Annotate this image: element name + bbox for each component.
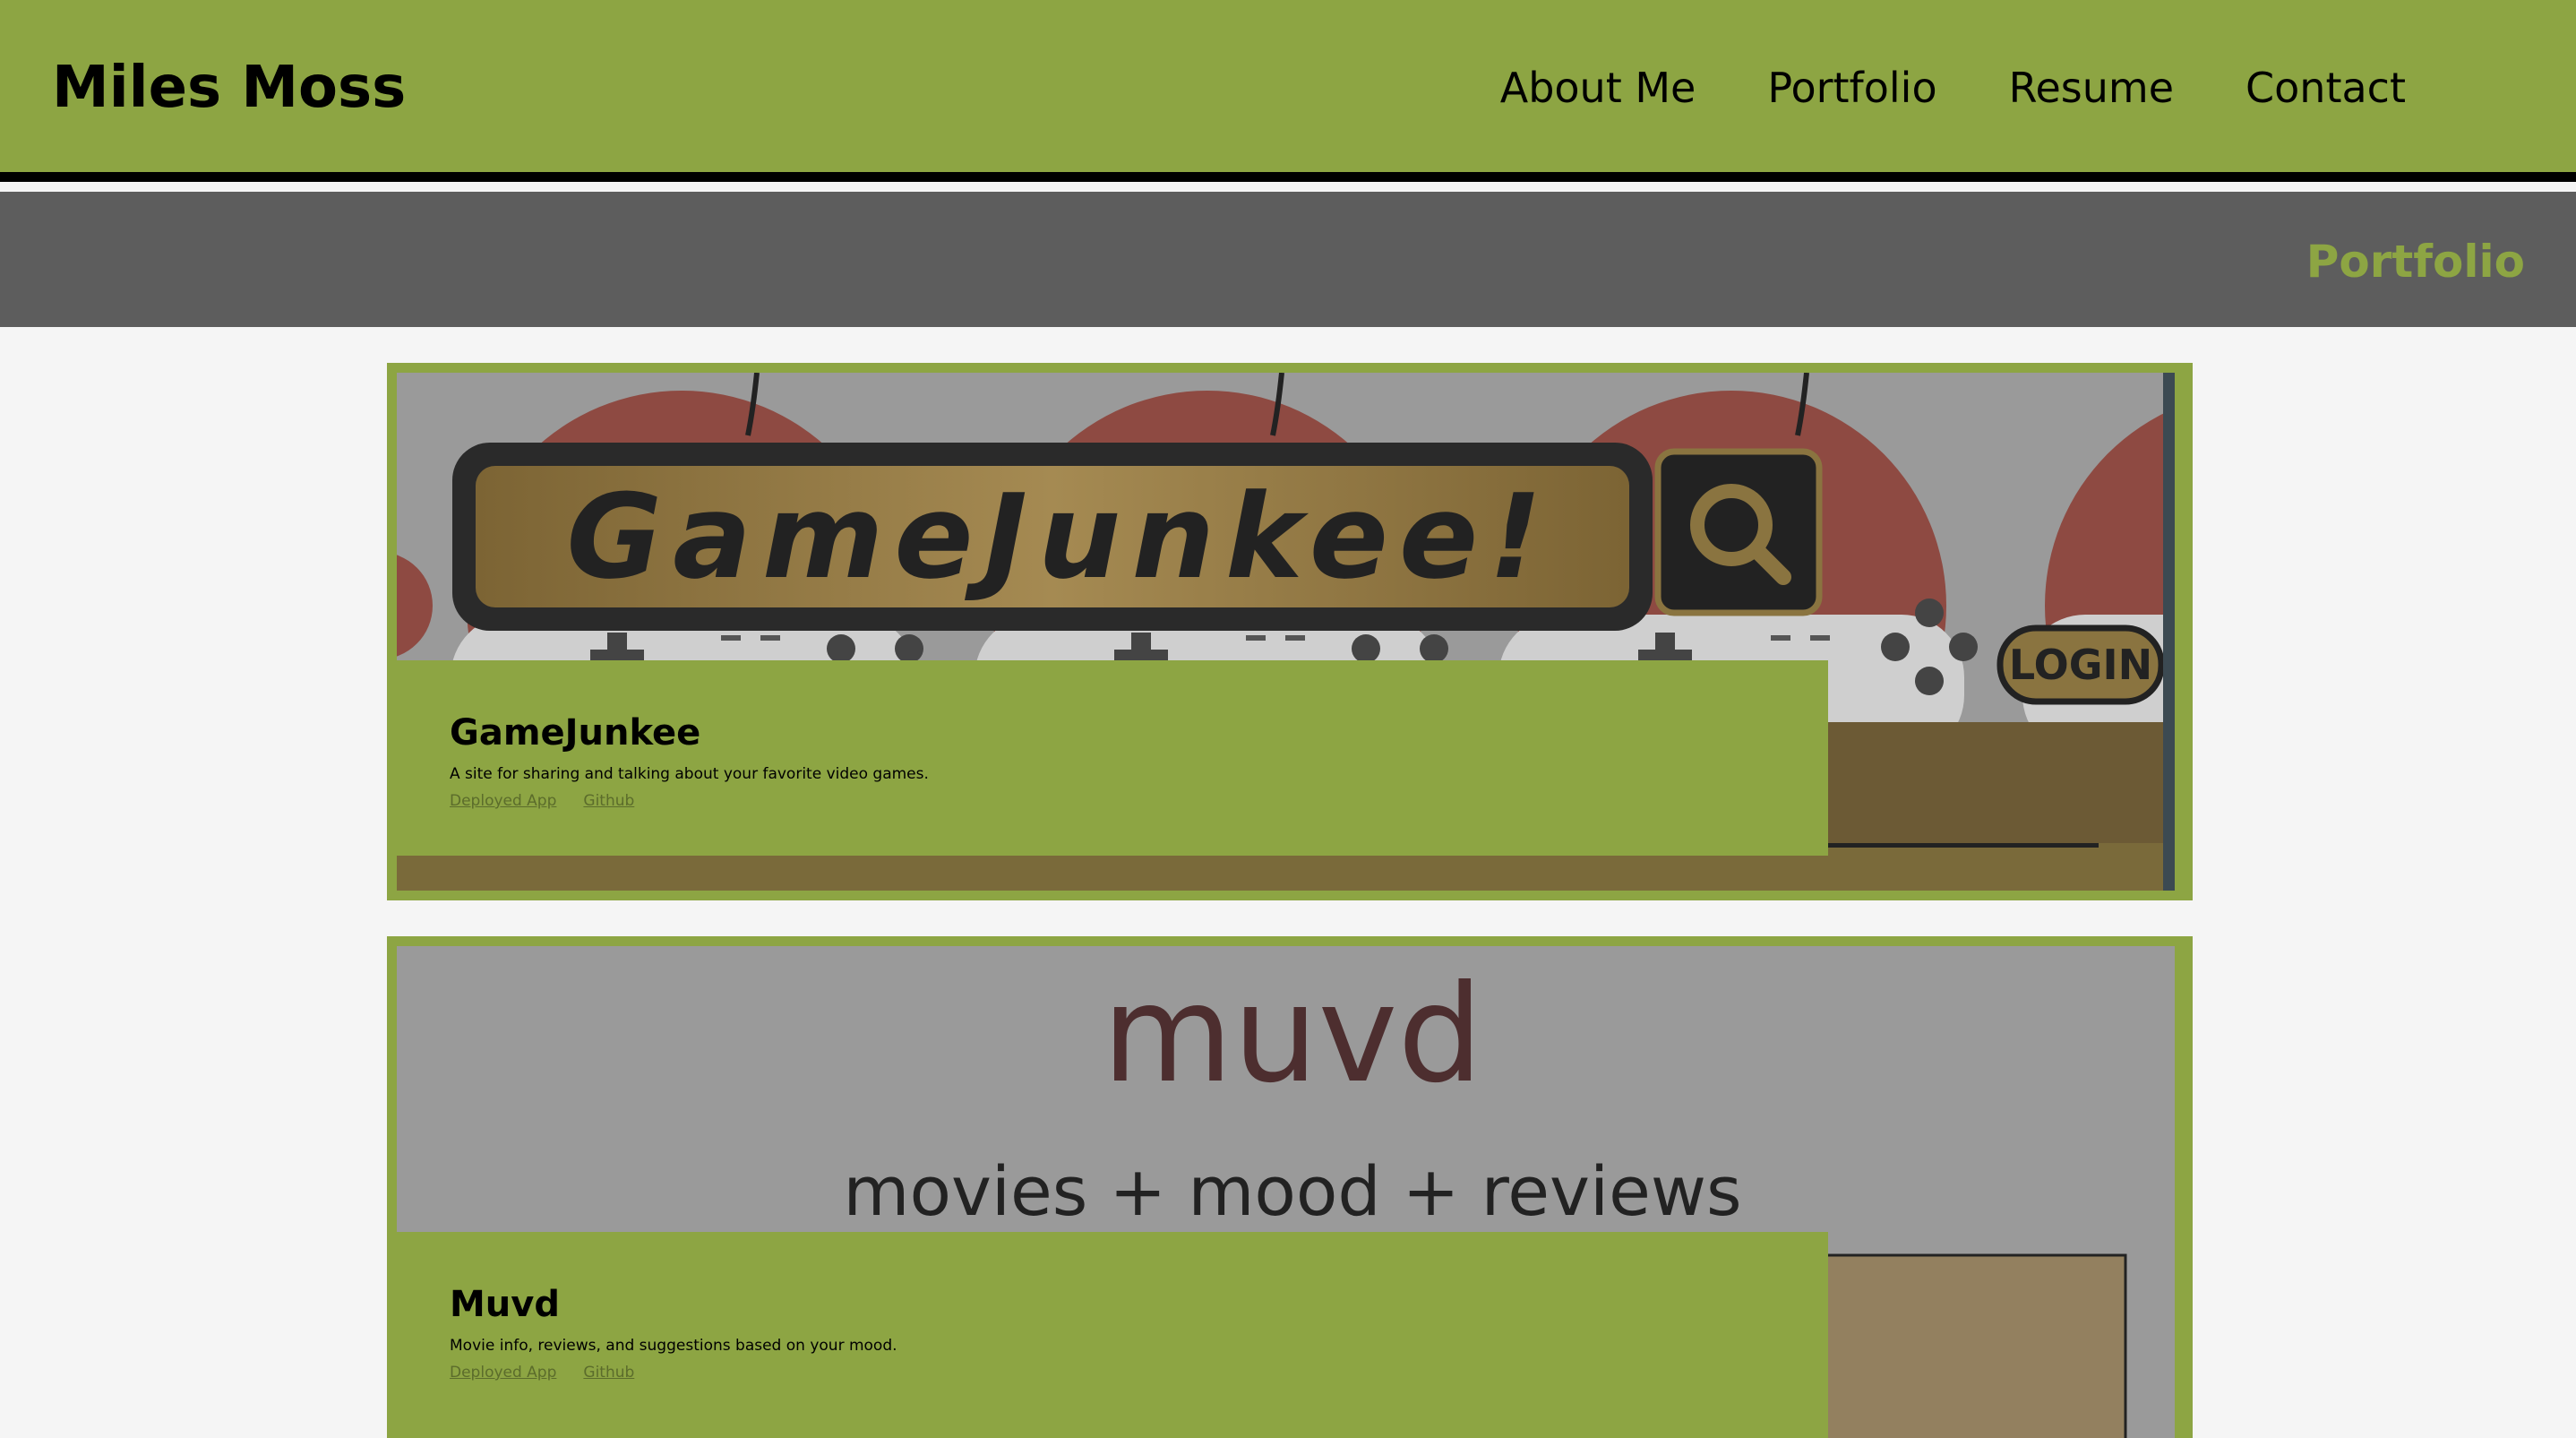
login-text: LOGIN (2009, 641, 2152, 689)
nav-contact[interactable]: Contact (2245, 61, 2406, 115)
brand-name[interactable]: Miles Moss (52, 52, 406, 124)
project-title: Muvd (450, 1284, 560, 1325)
deployed-app-link[interactable]: Deployed App (450, 1363, 556, 1382)
nav-resume[interactable]: Resume (2009, 61, 2174, 115)
gamejunkee-logo-text: GameJunkee! (567, 469, 1553, 605)
project-description: A site for sharing and talking about you… (450, 765, 929, 783)
project-caption: Muvd Movie info, reviews, and suggestion… (397, 1232, 1828, 1438)
section-title: Portfolio (2306, 236, 2525, 288)
project-title: GameJunkee (450, 712, 701, 753)
nav-portfolio[interactable]: Portfolio (1767, 61, 1936, 115)
deployed-app-link[interactable]: Deployed App (450, 791, 556, 811)
project-links: Deployed App Github (450, 1363, 1828, 1382)
muvd-tagline-text: movies + mood + reviews (843, 1151, 1741, 1231)
project-caption: GameJunkee A site for sharing and talkin… (397, 660, 1828, 856)
section-banner: Portfolio (0, 192, 2576, 327)
main-nav: About Me Portfolio Resume Contact (1500, 61, 2406, 115)
github-link[interactable]: Github (583, 1363, 634, 1382)
project-links: Deployed App Github (450, 791, 1828, 811)
github-link[interactable]: Github (583, 791, 634, 811)
project-card-gamejunkee: GameJunkee! LOGIN GameJunkee A site for … (387, 363, 2193, 900)
project-description: Movie info, reviews, and suggestions bas… (450, 1337, 897, 1355)
nav-about-me[interactable]: About Me (1500, 61, 1696, 115)
project-card-muvd: muvd movies + mood + reviews Muvd Movie … (387, 936, 2193, 1438)
site-header: Miles Moss About Me Portfolio Resume Con… (0, 0, 2576, 182)
muvd-logo-text: muvd (1102, 957, 1482, 1113)
